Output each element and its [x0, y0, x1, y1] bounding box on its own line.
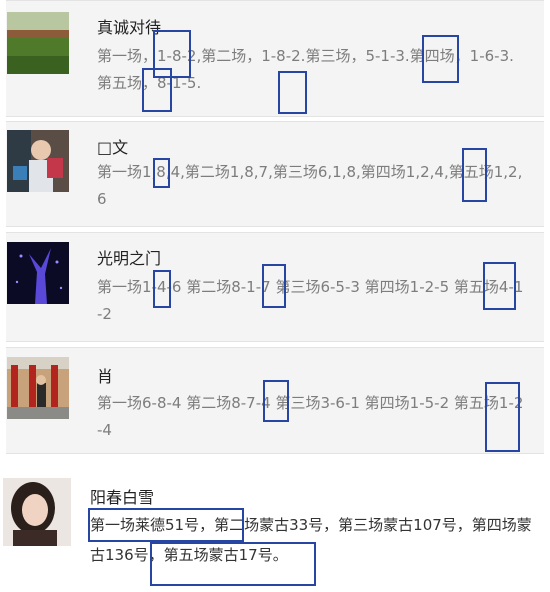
avatar-image	[7, 12, 69, 74]
avatar[interactable]	[7, 357, 69, 419]
avatar[interactable]	[7, 130, 69, 192]
highlight-box	[262, 264, 286, 308]
highlight-box	[263, 380, 289, 422]
commenter-name[interactable]: 光明之门	[97, 245, 161, 269]
highlight-box	[462, 148, 487, 202]
highlight-box	[483, 262, 516, 310]
avatar[interactable]	[3, 478, 71, 546]
avatar[interactable]	[7, 12, 69, 74]
commenter-name[interactable]: □文	[97, 134, 128, 158]
avatar[interactable]	[7, 242, 69, 304]
highlight-box	[142, 68, 172, 112]
highlight-box	[153, 158, 170, 188]
avatar-image	[7, 242, 69, 304]
highlight-box	[278, 71, 307, 114]
highlight-box	[422, 35, 459, 83]
highlight-box	[153, 270, 171, 308]
avatar-image	[3, 478, 71, 546]
avatar-image	[7, 130, 69, 192]
highlight-box	[88, 508, 244, 542]
commenter-name[interactable]: 真诚对待	[97, 14, 161, 38]
highlight-box	[150, 542, 316, 586]
commenter-name[interactable]: 阳春白雪	[90, 484, 154, 508]
highlight-box	[485, 382, 520, 452]
commenter-name[interactable]: 肖	[97, 363, 113, 387]
comment-text: 第一场6-8-4 第二场8-7-4 第三场3-6-1 第四场1-5-2 第五场1…	[97, 394, 524, 439]
avatar-image	[7, 357, 69, 419]
